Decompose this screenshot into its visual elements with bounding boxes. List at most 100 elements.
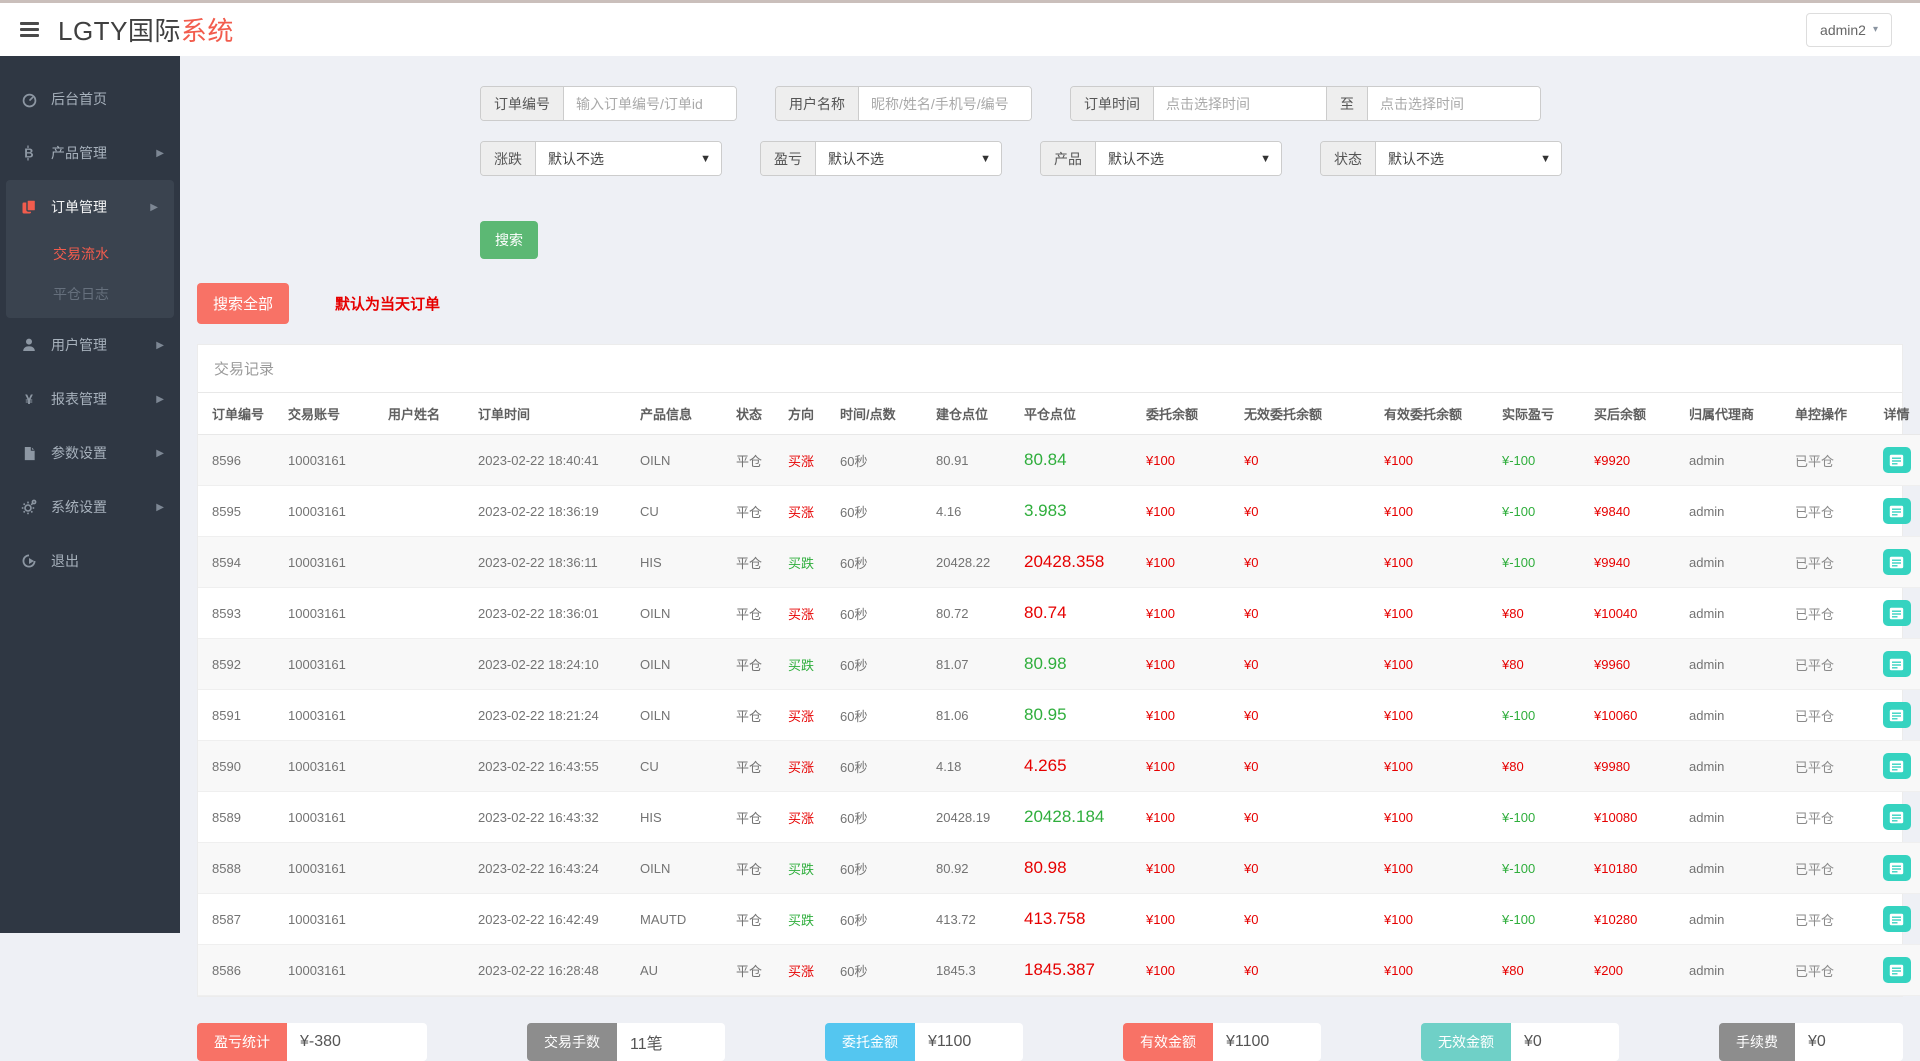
table-row: 8592100031612023-02-22 18:24:10OILN平仓买跌6… (198, 639, 1920, 690)
detail-button[interactable] (1883, 957, 1911, 983)
user-dropdown[interactable]: admin2 ▾ (1806, 13, 1892, 47)
order-time-from-input[interactable] (1154, 87, 1326, 120)
profit-select-value: 默认不选 (816, 149, 896, 169)
sidebar-item-users[interactable]: 用户管理 ▶ (0, 318, 180, 372)
cell-actual-profit: ¥80 (1496, 588, 1588, 639)
search-button[interactable]: 搜索 (480, 221, 538, 259)
detail-button[interactable] (1883, 447, 1911, 473)
detail-button[interactable] (1883, 753, 1911, 779)
document-icon (20, 446, 38, 461)
col-entrust-balance: 委托余额 (1140, 393, 1238, 435)
summary-entrust-amount: 委托金额¥1100 (825, 1023, 1023, 1061)
sidebar-subitem-close-log[interactable]: 平仓日志 (6, 274, 174, 314)
status-select[interactable]: 默认不选 ▼ (1376, 142, 1561, 175)
cell-valid-entrust-balance: ¥100 (1378, 843, 1496, 894)
sidebar-subitem-trade-flow[interactable]: 交易流水 (6, 234, 174, 274)
cell-user-name (382, 843, 472, 894)
cell-direction: 买跌 (782, 537, 834, 588)
summary-value: ¥-380 (287, 1023, 427, 1061)
summary-label: 委托金额 (825, 1023, 915, 1061)
brand-main: LGTY国际 (58, 16, 181, 46)
cell-detail (1869, 435, 1920, 486)
order-no-label: 订单编号 (481, 87, 564, 120)
cell-open-point: 1845.3 (930, 945, 1018, 996)
filter-row-1: 订单编号 用户名称 订单时间 至 (480, 86, 1920, 121)
cell-entrust-balance: ¥100 (1140, 894, 1238, 945)
cell-order-no: 8594 (198, 537, 282, 588)
detail-button[interactable] (1883, 702, 1911, 728)
cell-direction: 买跌 (782, 894, 834, 945)
cell-product: OILN (634, 639, 730, 690)
sidebar-group-orders: 订单管理 ▶ 交易流水 平仓日志 (6, 180, 174, 318)
cell-invalid-entrust-balance: ¥0 (1238, 486, 1378, 537)
cell-duration: 60秒 (834, 639, 930, 690)
col-account: 交易账号 (282, 393, 382, 435)
cell-product: OILN (634, 690, 730, 741)
summary-value: ¥1100 (915, 1023, 1023, 1061)
order-no-input[interactable] (564, 87, 736, 120)
sidebar-item-params[interactable]: 参数设置 ▶ (0, 426, 180, 480)
sidebar-item-dashboard[interactable]: 后台首页 (0, 72, 180, 126)
detail-button[interactable] (1883, 855, 1911, 881)
sidebar-item-products[interactable]: B 产品管理 ▶ (0, 126, 180, 180)
filter-row-2: 涨跌 默认不选 ▼ 盈亏 默认不选 ▼ 产品 默认不选 ▼ 状态 默认不选 ▼ (480, 141, 1920, 176)
cell-account: 10003161 (282, 537, 382, 588)
table-row: 8589100031612023-02-22 16:43:32HIS平仓买涨60… (198, 792, 1920, 843)
sidebar-item-label: 用户管理 (51, 335, 107, 355)
sidebar-item-reports[interactable]: ¥ 报表管理 ▶ (0, 372, 180, 426)
cell-duration: 60秒 (834, 486, 930, 537)
cell-control-status: 已平仓 (1789, 435, 1869, 486)
detail-button[interactable] (1883, 600, 1911, 626)
cell-user-name (382, 486, 472, 537)
sidebar-item-system[interactable]: 系统设置 ▶ (0, 480, 180, 534)
cell-status: 平仓 (730, 639, 782, 690)
sidebar-item-label: 产品管理 (51, 143, 107, 163)
actions-row: 搜索全部 默认为当天订单 (197, 283, 1920, 324)
detail-button[interactable] (1883, 498, 1911, 524)
cell-agent: admin (1683, 537, 1789, 588)
cell-invalid-entrust-balance: ¥0 (1238, 537, 1378, 588)
hamburger-menu-icon[interactable] (0, 3, 58, 56)
product-select[interactable]: 默认不选 ▼ (1096, 142, 1281, 175)
cell-agent: admin (1683, 894, 1789, 945)
chevron-down-icon: ▼ (700, 153, 711, 165)
cell-detail (1869, 741, 1920, 792)
dashboard-icon (20, 91, 38, 108)
cell-direction: 买涨 (782, 486, 834, 537)
detail-button[interactable] (1883, 906, 1911, 932)
status-select-value: 默认不选 (1376, 149, 1456, 169)
cell-open-point: 80.92 (930, 843, 1018, 894)
cell-account: 10003161 (282, 588, 382, 639)
order-time-to-input[interactable] (1368, 87, 1540, 120)
detail-button[interactable] (1883, 804, 1911, 830)
cell-control-status: 已平仓 (1789, 486, 1869, 537)
chevron-down-icon: ▼ (1540, 153, 1551, 165)
cell-agent: admin (1683, 639, 1789, 690)
cell-valid-entrust-balance: ¥100 (1378, 945, 1496, 996)
sidebar-item-orders[interactable]: 订单管理 ▶ (6, 180, 174, 234)
cell-detail (1869, 894, 1920, 945)
cell-order-time: 2023-02-22 18:40:41 (472, 435, 634, 486)
updown-select[interactable]: 默认不选 ▼ (536, 142, 721, 175)
cell-duration: 60秒 (834, 741, 930, 792)
cell-control-status: 已平仓 (1789, 690, 1869, 741)
cell-balance-after: ¥10040 (1588, 588, 1683, 639)
cell-balance-after: ¥200 (1588, 945, 1683, 996)
cell-order-time: 2023-02-22 16:43:55 (472, 741, 634, 792)
sidebar-item-label: 订单管理 (51, 197, 107, 217)
cell-status: 平仓 (730, 486, 782, 537)
search-all-button[interactable]: 搜索全部 (197, 283, 289, 324)
sidebar: 后台首页 B 产品管理 ▶ 订单管理 ▶ 交易流水 平仓日志 用户管理 ▶ ¥ (0, 56, 180, 933)
cell-product: OILN (634, 588, 730, 639)
detail-button[interactable] (1883, 651, 1911, 677)
user-name-input[interactable] (859, 87, 1031, 120)
summary-label: 盈亏统计 (197, 1023, 287, 1061)
profit-select[interactable]: 默认不选 ▼ (816, 142, 1001, 175)
cell-entrust-balance: ¥100 (1140, 741, 1238, 792)
sidebar-item-logout[interactable]: 退出 (0, 534, 180, 588)
col-open-point: 建仓点位 (930, 393, 1018, 435)
sidebar-item-label: 系统设置 (51, 497, 107, 517)
col-direction: 方向 (782, 393, 834, 435)
cell-user-name (382, 690, 472, 741)
detail-button[interactable] (1883, 549, 1911, 575)
